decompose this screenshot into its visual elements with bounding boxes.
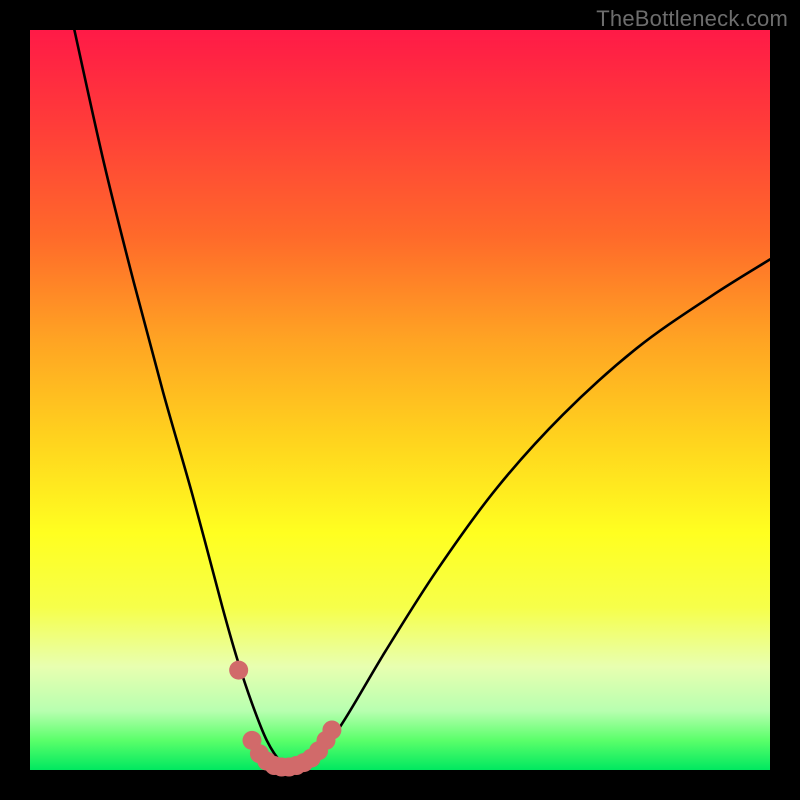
plot-area bbox=[30, 30, 770, 770]
highlight-dots bbox=[229, 661, 341, 777]
watermark-text: TheBottleneck.com bbox=[596, 6, 788, 32]
chart-frame: TheBottleneck.com bbox=[0, 0, 800, 800]
highlight-dot bbox=[322, 721, 341, 740]
highlight-dot bbox=[229, 661, 248, 680]
bottleneck-curve bbox=[74, 30, 770, 770]
curve-layer bbox=[30, 30, 770, 770]
